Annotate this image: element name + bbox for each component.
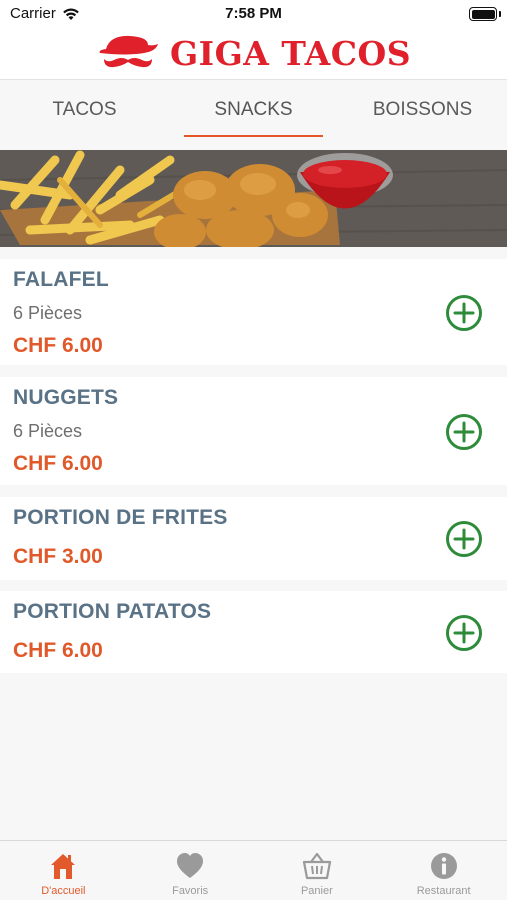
battery-icon [469, 7, 497, 21]
product-description: 6 Pièces [13, 303, 83, 323]
product-name: FALAFEL [13, 268, 109, 291]
tab-boissons[interactable]: BOISSONS [338, 81, 507, 138]
heart-icon [177, 853, 204, 878]
status-bar: Carrier 7:58 PM [0, 0, 507, 28]
tabbar-item-home[interactable]: D'accueil [0, 841, 127, 900]
add-to-cart-plus-icon[interactable] [445, 520, 483, 558]
snacks-banner-image [0, 150, 507, 247]
tab-snacks[interactable]: SNACKS [169, 81, 338, 138]
add-to-cart-plus-icon[interactable] [445, 294, 483, 332]
product-item-nuggets[interactable]: NUGGETS 6 Pièces CHF 6.00 [0, 377, 507, 485]
bottom-tab-bar: D'accueil Favoris Panier Restaurant [0, 840, 507, 900]
product-name: NUGGETS [13, 386, 119, 409]
tabbar-item-cart[interactable]: Panier [254, 841, 381, 900]
product-item-falafel[interactable]: FALAFEL 6 Pièces CHF 6.00 [0, 259, 507, 365]
basket-icon [302, 852, 331, 880]
product-description: 6 Pièces [13, 421, 83, 441]
brand-title: GIGA TACOS [169, 34, 412, 73]
status-time: 7:58 PM [225, 5, 282, 22]
tabbar-label: D'accueil [41, 885, 86, 897]
tabbar-label: Panier [300, 885, 333, 897]
tabbar-label: Favoris [172, 885, 209, 897]
tab-tacos[interactable]: TACOS [0, 81, 169, 138]
tabbar-item-restaurant[interactable]: Restaurant [380, 841, 507, 900]
product-price: CHF 6.00 [13, 639, 103, 662]
product-price: CHF 3.00 [13, 545, 103, 568]
app-header: GIGA TACOS [0, 28, 507, 80]
product-price: CHF 6.00 [13, 452, 103, 475]
category-tabs: TACOS SNACKS BOISSONS [0, 81, 507, 138]
tabbar-label: Restaurant [416, 885, 471, 897]
product-name: PORTION PATATOS [13, 600, 212, 623]
info-icon [430, 853, 457, 879]
active-tab-indicator [184, 135, 323, 137]
mustache-sombrero-logo-icon [99, 35, 158, 67]
tabbar-item-favorites[interactable]: Favoris [127, 841, 254, 900]
home-icon [51, 854, 76, 879]
product-item-portion-patatos[interactable]: PORTION PATATOS CHF 6.00 [0, 591, 507, 673]
add-to-cart-plus-icon[interactable] [445, 413, 483, 451]
product-price: CHF 6.00 [13, 334, 103, 357]
battery-tip [499, 11, 501, 17]
add-to-cart-plus-icon[interactable] [445, 614, 483, 652]
product-item-portion-de-frites[interactable]: PORTION DE FRITES CHF 3.00 [0, 497, 507, 580]
product-name: PORTION DE FRITES [13, 506, 228, 529]
